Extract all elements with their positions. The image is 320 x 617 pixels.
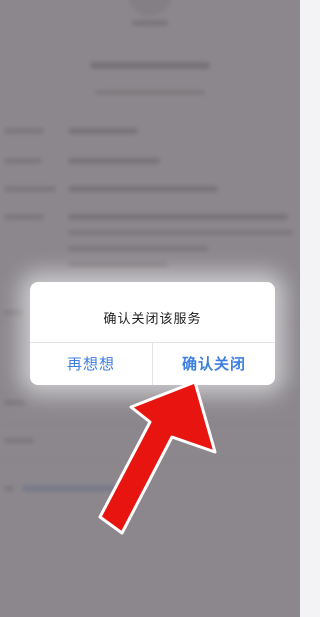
dialog-message: 确认关闭该服务 [103,312,202,327]
screen: 确认关闭该服务 再想想 确认关闭 [0,0,300,617]
confirm-close-dialog: 确认关闭该服务 再想想 确认关闭 [30,282,275,385]
confirm-close-button[interactable]: 确认关闭 [153,343,275,385]
reconsider-button[interactable]: 再想想 [30,343,152,385]
